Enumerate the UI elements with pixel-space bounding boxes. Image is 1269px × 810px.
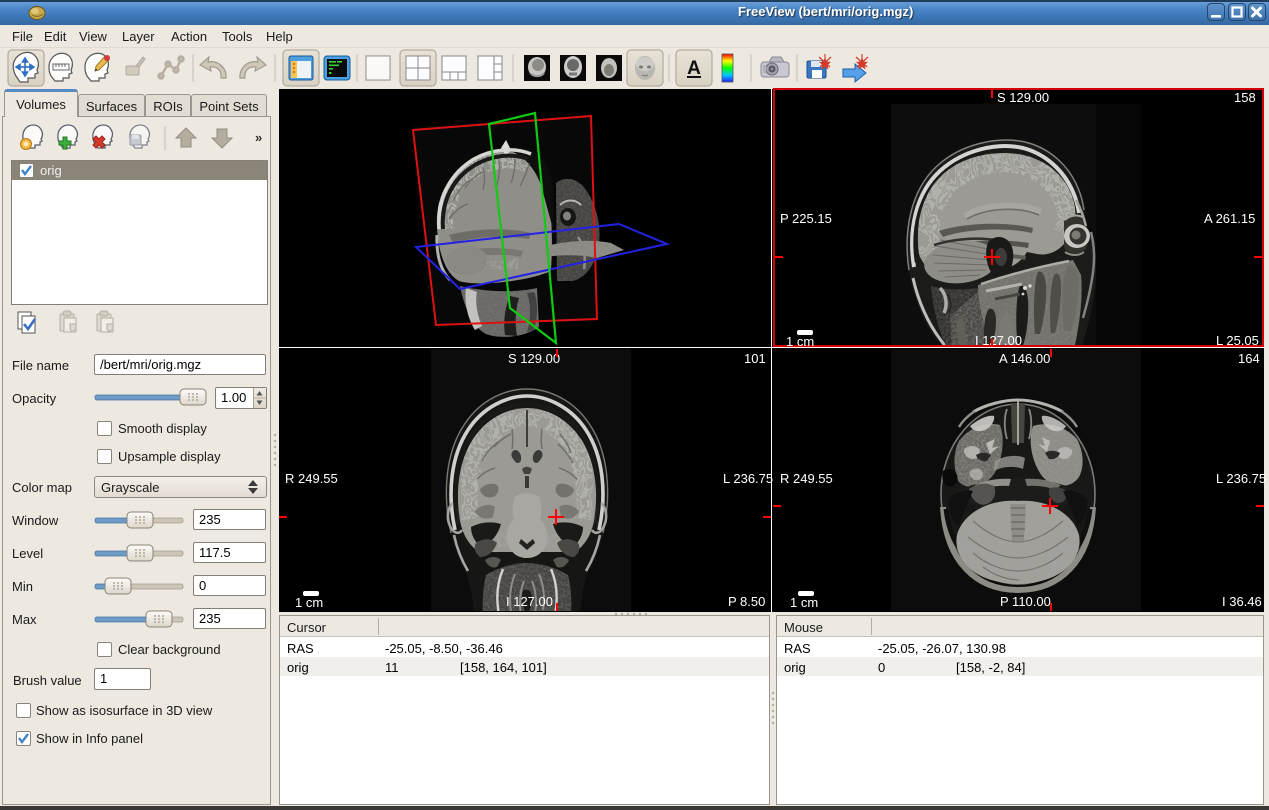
svg-text:A: A xyxy=(687,58,701,79)
svg-text:»: » xyxy=(255,130,262,145)
